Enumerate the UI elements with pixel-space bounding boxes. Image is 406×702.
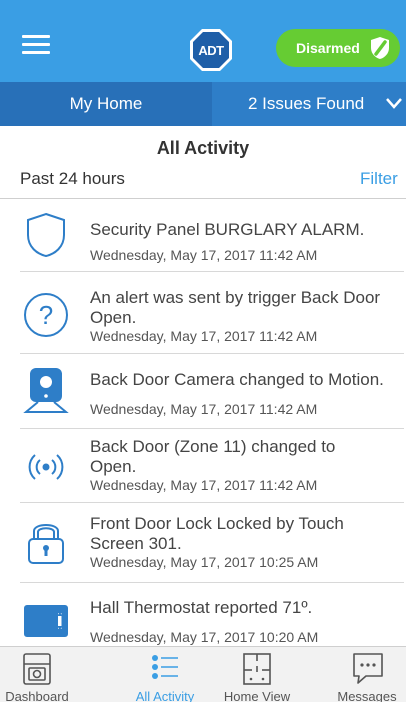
adt-logo: ADT <box>190 29 232 71</box>
app-header: ADT Disarmed <box>0 0 406 82</box>
sensor-icon <box>28 454 64 480</box>
tab-my-home[interactable]: My Home <box>0 82 212 126</box>
disarmed-button[interactable]: Disarmed <box>276 29 400 67</box>
bottom-nav: Dashboard All Activity Home View Message… <box>0 646 406 702</box>
activity-timestamp: Wednesday, May 17, 2017 10:25 AM <box>90 554 319 570</box>
activity-message-continued: Open. <box>90 457 137 476</box>
chevron-down-icon <box>386 98 402 109</box>
activity-timestamp: Wednesday, May 17, 2017 11:42 AM <box>90 247 318 263</box>
question-icon: ? <box>24 293 68 337</box>
nav-dashboard[interactable]: Dashboard <box>0 647 87 702</box>
activity-timestamp: Wednesday, May 17, 2017 10:20 AM <box>90 629 319 645</box>
activity-item[interactable]: Back Door Camera changed to Motion. Wedn… <box>0 354 406 429</box>
lock-icon <box>28 524 64 564</box>
activity-item[interactable]: ? An alert was sent by trigger Back Door… <box>0 272 406 354</box>
dashboard-icon <box>23 653 51 685</box>
activity-message-continued: Screen 301. <box>90 534 182 553</box>
page-title: All Activity <box>156 138 250 158</box>
activity-item[interactable]: Back Door (Zone 11) changed to Open. Wed… <box>0 429 406 503</box>
camera-icon <box>23 368 69 413</box>
activity-item[interactable]: Front Door Lock Locked by Touch Screen 3… <box>0 503 406 583</box>
logo-text: ADT <box>198 43 224 58</box>
svg-text:?: ? <box>39 300 53 330</box>
nav-dashboard-label: Dashboard <box>5 689 69 702</box>
activity-message: Front Door Lock Locked by Touch <box>90 514 344 533</box>
message-icon <box>353 653 383 684</box>
activity-item[interactable]: Security Panel BURGLARY ALARM. Wednesday… <box>0 199 406 272</box>
list-icon <box>152 655 178 679</box>
activity-message: Security Panel BURGLARY ALARM. <box>90 220 365 239</box>
menu-icon[interactable] <box>22 34 50 56</box>
activity-timestamp: Wednesday, May 17, 2017 11:42 AM <box>90 477 318 493</box>
nav-all-activity-label: All Activity <box>135 689 195 702</box>
activity-message: Back Door Camera changed to Motion. <box>90 370 384 389</box>
nav-home-view-label: Home View <box>223 689 291 702</box>
time-range-label: Past 24 hours <box>20 169 125 188</box>
nav-home-view[interactable]: Home View <box>207 647 307 702</box>
home-tabs: My Home 2 Issues Found <box>0 82 406 126</box>
shield-check-icon <box>371 37 389 59</box>
shield-icon <box>27 212 65 258</box>
activity-item[interactable]: Hall Thermostat reported 71º. Wednesday,… <box>0 583 406 646</box>
tab-issues-found[interactable]: 2 Issues Found <box>212 82 406 126</box>
issues-label: 2 Issues Found <box>248 94 365 113</box>
activity-message: An alert was sent by trigger Back Door <box>90 288 381 307</box>
nav-messages[interactable]: Messages <box>317 647 406 702</box>
filter-link[interactable]: Filter <box>360 169 398 189</box>
nav-all-activity[interactable]: All Activity <box>115 647 215 702</box>
activity-message-continued: Open. <box>90 308 137 327</box>
activity-message: Back Door (Zone 11) changed to <box>90 437 336 456</box>
activity-timestamp: Wednesday, May 17, 2017 11:42 AM <box>90 401 318 417</box>
activity-timestamp: Wednesday, May 17, 2017 11:42 AM <box>90 328 318 344</box>
nav-messages-label: Messages <box>337 689 397 702</box>
floorplan-icon <box>243 653 271 685</box>
thermostat-icon <box>24 605 68 637</box>
activity-message: Hall Thermostat reported 71º. <box>90 598 313 617</box>
disarmed-label: Disarmed <box>296 40 360 56</box>
